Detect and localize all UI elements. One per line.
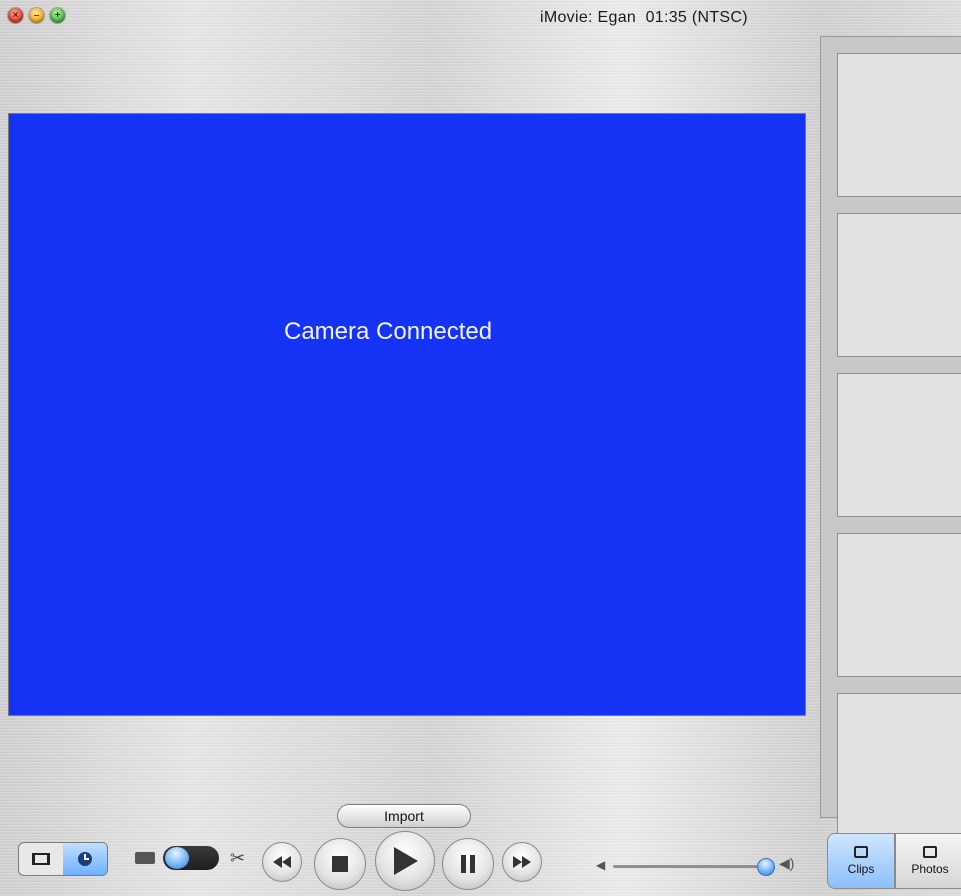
tab-clips-label: Clips bbox=[847, 862, 875, 876]
camera-icon bbox=[135, 852, 155, 864]
photos-icon bbox=[923, 846, 937, 858]
volume-low-icon: ◀ bbox=[596, 858, 606, 872]
clip-slot[interactable] bbox=[837, 53, 961, 197]
clips-icon bbox=[854, 846, 868, 858]
volume-slider-track[interactable] bbox=[613, 865, 773, 868]
play-icon bbox=[394, 847, 418, 875]
clip-slot[interactable] bbox=[837, 213, 961, 357]
clip-slot[interactable] bbox=[837, 533, 961, 677]
tab-photos[interactable]: Photos bbox=[895, 833, 961, 889]
volume-high-icon: ◀) bbox=[779, 855, 795, 871]
view-switch[interactable] bbox=[18, 842, 108, 876]
import-button[interactable]: Import bbox=[337, 804, 471, 828]
fast-forward-button[interactable] bbox=[502, 842, 542, 882]
scissors-icon: ✂ bbox=[230, 848, 246, 868]
volume-slider-knob[interactable] bbox=[757, 858, 775, 876]
timeline-view-button[interactable] bbox=[63, 843, 107, 875]
toggle-knob[interactable] bbox=[165, 847, 189, 869]
tab-clips[interactable]: Clips bbox=[827, 833, 895, 889]
stop-icon bbox=[332, 856, 348, 872]
stop-button[interactable] bbox=[314, 838, 366, 890]
clip-slot[interactable] bbox=[837, 693, 961, 837]
play-button[interactable] bbox=[375, 831, 435, 891]
title-bar: × – + iMovie: Egan 01:35 (NTSC) bbox=[0, 0, 961, 36]
clip-view-button[interactable] bbox=[19, 843, 63, 875]
window-title: iMovie: Egan 01:35 (NTSC) bbox=[540, 9, 748, 26]
camera-edit-toggle[interactable] bbox=[163, 846, 219, 870]
minimize-icon[interactable]: – bbox=[29, 8, 44, 23]
clip-shelf bbox=[820, 36, 961, 837]
pause-icon bbox=[461, 855, 475, 873]
close-icon[interactable]: × bbox=[8, 8, 23, 23]
viewer-message: Camera Connected bbox=[284, 318, 493, 345]
video-viewer: Camera Connected bbox=[9, 114, 805, 715]
rewind-button[interactable] bbox=[262, 842, 302, 882]
pause-button[interactable] bbox=[442, 838, 494, 890]
tab-photos-label: Photos bbox=[911, 862, 949, 876]
fast-forward-icon bbox=[513, 856, 531, 868]
clip-slot[interactable] bbox=[837, 373, 961, 517]
clock-icon bbox=[78, 852, 92, 866]
rewind-icon bbox=[273, 856, 291, 868]
film-icon bbox=[32, 853, 50, 865]
zoom-icon[interactable]: + bbox=[50, 8, 65, 23]
